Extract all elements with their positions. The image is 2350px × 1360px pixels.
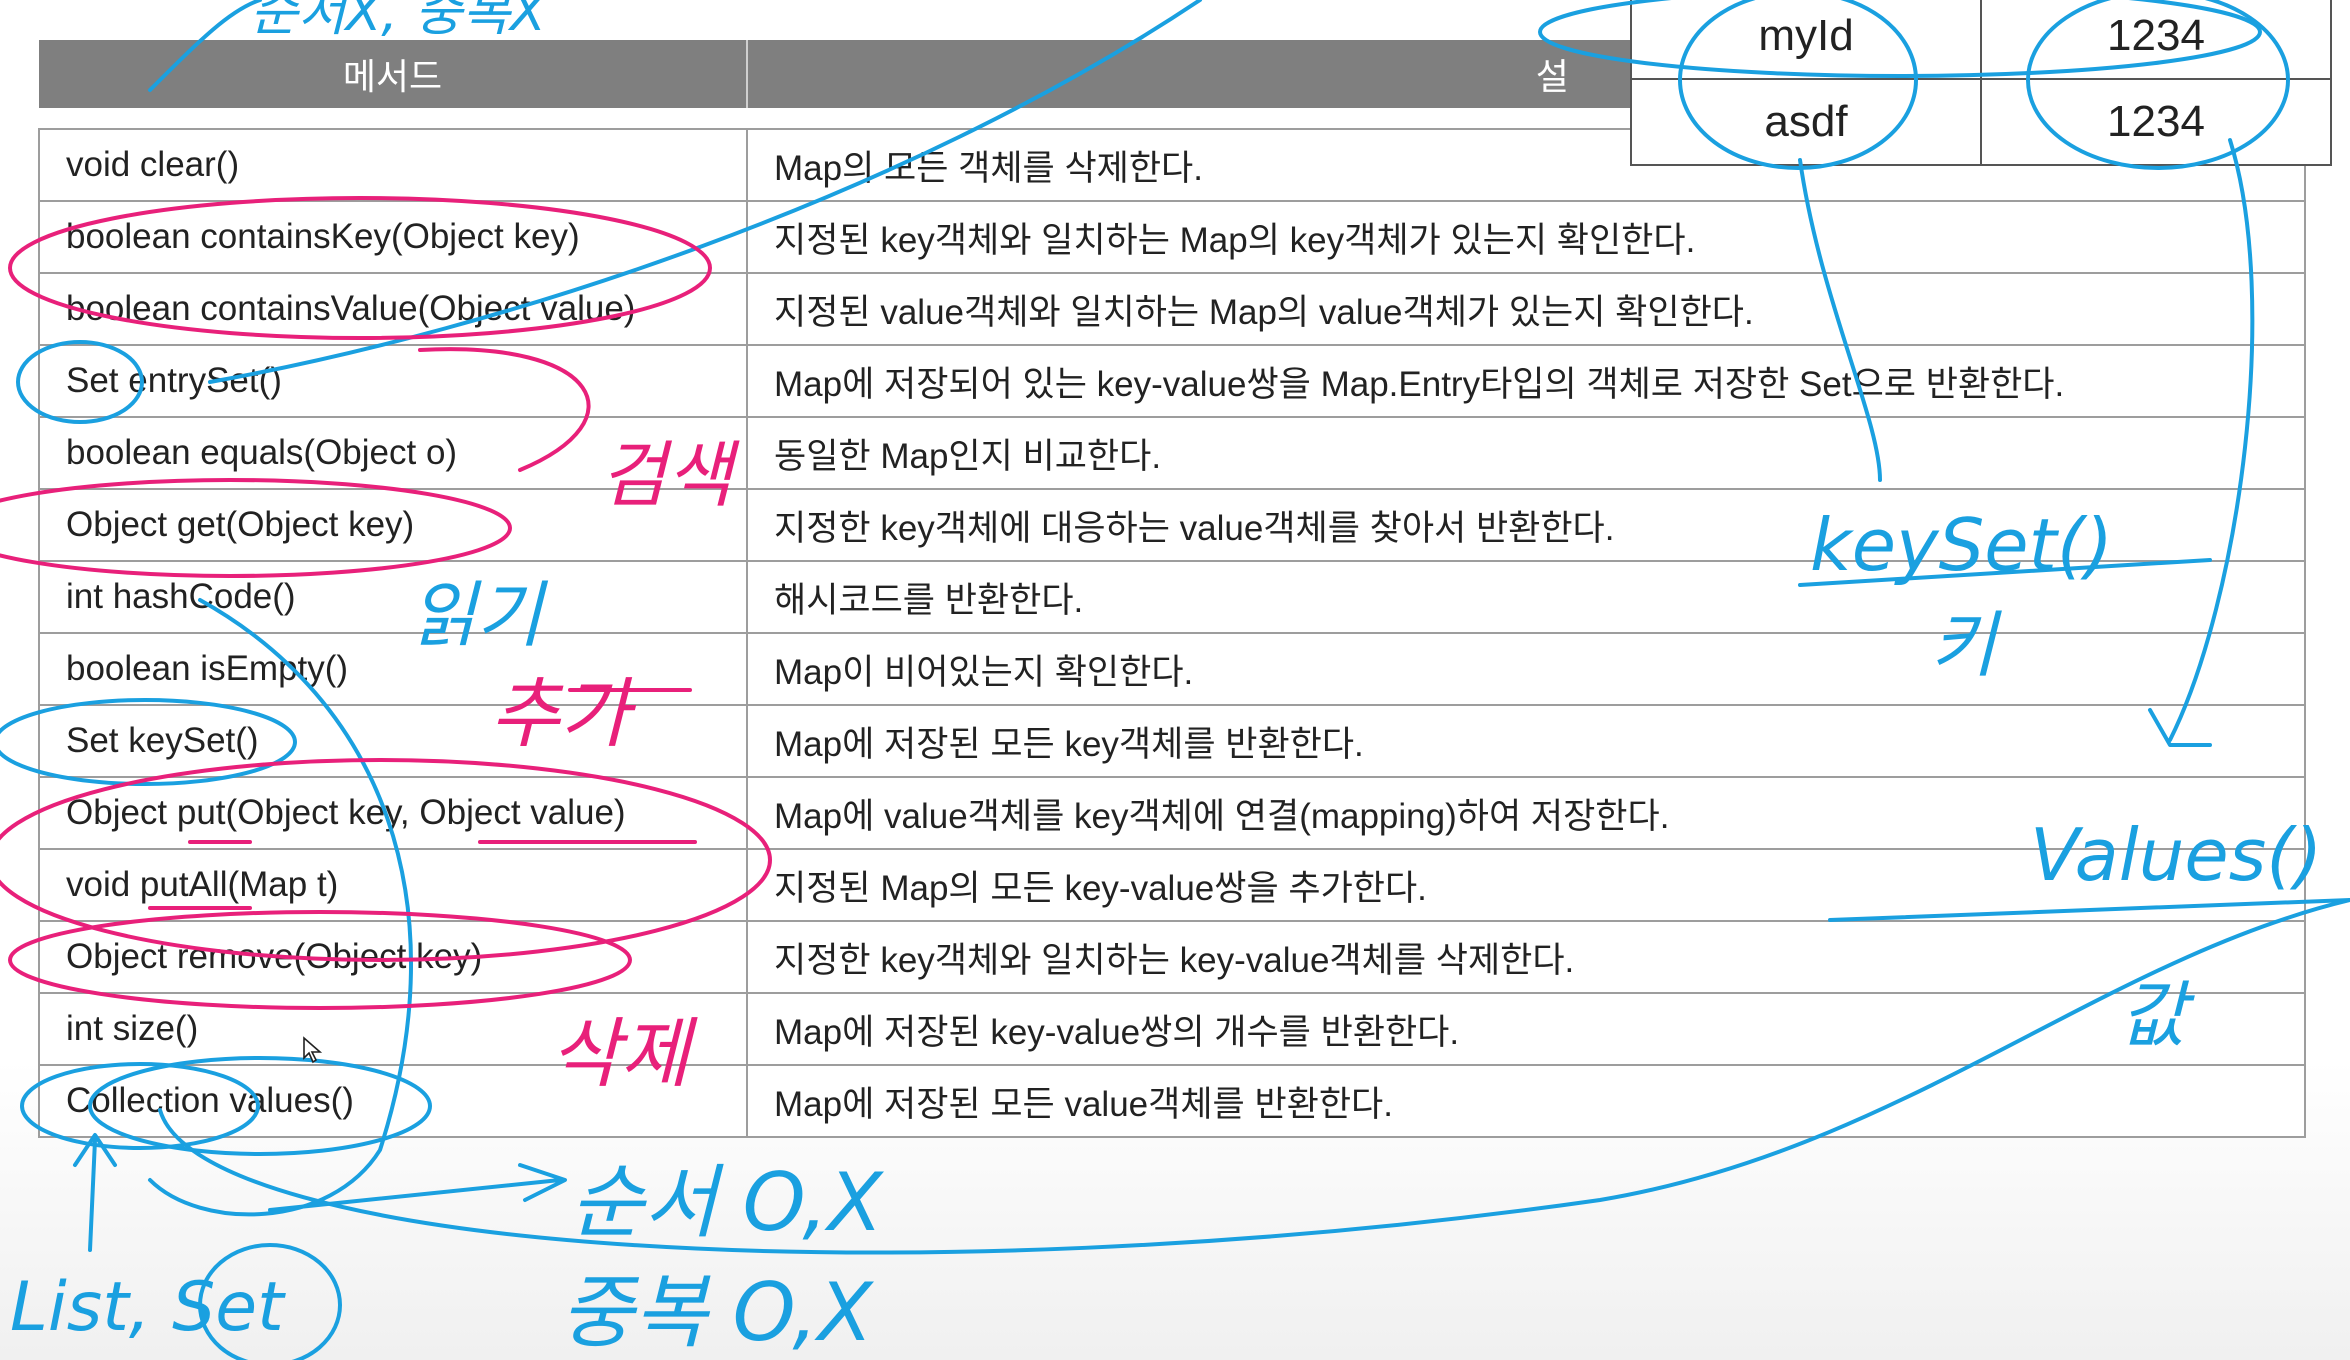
method-cell: int hashCode() [38, 560, 748, 634]
table-row: boolean containsValue(Object value) 지정된 … [38, 272, 2306, 346]
method-cell: boolean containsKey(Object key) [38, 200, 748, 274]
description-cell: Map에 value객체를 key객체에 연결(mapping)하여 저장한다. [746, 776, 2306, 850]
table-row: asdf 1234 [1630, 78, 2332, 166]
method-cell: boolean containsValue(Object value) [38, 272, 748, 346]
annotation-arrow-list-set [73, 1133, 117, 1252]
note-duplicate: 중복 O,X [560, 1266, 875, 1359]
annotation-arrow-order [268, 1163, 567, 1212]
table-row: int hashCode() 해시코드를 반환한다. [38, 560, 2306, 634]
method-cell: Object remove(Object key) [38, 920, 748, 994]
table-row: boolean isEmpty() Map이 비어있는지 확인한다. [38, 632, 2306, 706]
method-cell: void putAll(Map t) [38, 848, 748, 922]
table-row: Object remove(Object key) 지정한 key객체와 일치하… [38, 920, 2306, 994]
description-cell: Map에 저장된 모든 key객체를 반환한다. [746, 704, 2306, 778]
description-cell: 동일한 Map인지 비교한다. [746, 416, 2306, 490]
header-method: 메서드 [39, 40, 748, 108]
method-cell: boolean isEmpty() [38, 632, 748, 706]
key-value-table: myId 1234 asdf 1234 [1630, 0, 2332, 166]
description-cell: 지정된 Map의 모든 key-value쌍을 추가한다. [746, 848, 2306, 922]
key-cell: myId [1630, 0, 1982, 80]
description-cell: 해시코드를 반환한다. [746, 560, 2306, 634]
description-cell: 지정한 key객체와 일치하는 key-value객체를 삭제한다. [746, 920, 2306, 994]
note-list-set: List, Set [10, 1268, 286, 1347]
table-row: Set entrySet() Map에 저장되어 있는 key-value쌍을 … [38, 344, 2306, 418]
key-cell: asdf [1630, 78, 1982, 166]
description-cell: Map에 저장된 모든 value객체를 반환한다. [746, 1064, 2306, 1138]
methods-table: 메서드 설 명 void clear() Map의 모든 객체를 삭제한다. b… [38, 40, 2306, 1138]
method-cell: int size() [38, 992, 748, 1066]
table-row: boolean equals(Object o) 동일한 Map인지 비교한다. [38, 416, 2306, 490]
table-row: int size() Map에 저장된 key-value쌍의 개수를 반환한다… [38, 992, 2306, 1066]
table-row: Set keySet() Map에 저장된 모든 key객체를 반환한다. [38, 704, 2306, 778]
description-cell: 지정된 key객체와 일치하는 Map의 key객체가 있는지 확인한다. [746, 200, 2306, 274]
method-cell: void clear() [38, 128, 748, 202]
table-row: Object get(Object key) 지정한 key객체에 대응하는 v… [38, 488, 2306, 562]
description-cell: Map에 저장된 key-value쌍의 개수를 반환한다. [746, 992, 2306, 1066]
note-order: 순서 O,X [570, 1156, 885, 1249]
method-cell: Object put(Object key, Object value) [38, 776, 748, 850]
table-row: Collection values() Map에 저장된 모든 value객체를… [38, 1064, 2306, 1138]
table-row: myId 1234 [1630, 0, 2332, 80]
method-cell: Set entrySet() [38, 344, 748, 418]
value-cell: 1234 [1980, 0, 2332, 80]
mouse-pointer-icon [303, 1036, 323, 1064]
annotation-circle-set [198, 1243, 342, 1360]
method-cell: Set keySet() [38, 704, 748, 778]
table-row: boolean containsKey(Object key) 지정된 key객… [38, 200, 2306, 274]
description-cell: Map이 비어있는지 확인한다. [746, 632, 2306, 706]
method-cell: Object get(Object key) [38, 488, 748, 562]
description-cell: 지정한 key객체에 대응하는 value객체를 찾아서 반환한다. [746, 488, 2306, 562]
method-cell: Collection values() [38, 1064, 748, 1138]
description-cell: Map에 저장되어 있는 key-value쌍을 Map.Entry타입의 객체… [746, 344, 2306, 418]
table-row: void putAll(Map t) 지정된 Map의 모든 key-value… [38, 848, 2306, 922]
method-cell: boolean equals(Object o) [38, 416, 748, 490]
note-top-left: 순서X, 중복X [250, 0, 547, 43]
description-cell: 지정된 value객체와 일치하는 Map의 value객체가 있는지 확인한다… [746, 272, 2306, 346]
table-row: Object put(Object key, Object value) Map… [38, 776, 2306, 850]
value-cell: 1234 [1980, 78, 2332, 166]
